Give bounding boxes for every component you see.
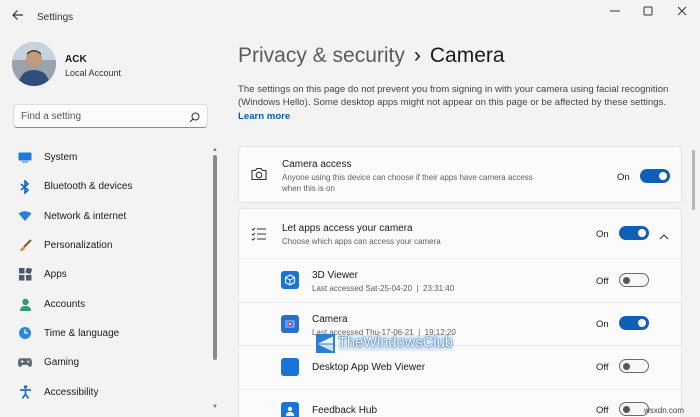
bluetooth-icon: [18, 179, 32, 194]
sidebar-item-label: Apps: [44, 269, 67, 281]
app-state: Off: [596, 362, 609, 373]
content-scrollbar[interactable]: [692, 150, 695, 210]
camera-access-description: Anyone using this device can choose if t…: [282, 173, 533, 193]
apps-access-card: Let apps access your camera Choose which…: [238, 208, 682, 417]
sidebar-item-accounts[interactable]: Accounts: [8, 289, 208, 318]
paintbrush-icon: [18, 238, 32, 253]
breadcrumb-parent[interactable]: Privacy & security: [238, 44, 405, 67]
account-type: Local Account: [65, 68, 122, 78]
apps-grid-icon: [18, 268, 32, 282]
arrow-left-icon: [12, 10, 23, 20]
search-icon[interactable]: [189, 110, 200, 128]
app-toggle-camera[interactable]: [619, 316, 649, 330]
sidebar-item-label: Gaming: [44, 357, 80, 369]
sidebar-item-bluetooth[interactable]: Bluetooth & devices: [8, 172, 208, 201]
watermark: TheWindowsClub: [316, 332, 454, 354]
sidebar-item-label: Bluetooth & devices: [44, 181, 133, 193]
scroll-down-arrow-icon[interactable]: ▼: [211, 404, 219, 410]
close-button[interactable]: [672, 6, 692, 20]
app-state: On: [596, 319, 609, 330]
sidebar-item-label: Time & language: [44, 327, 120, 339]
camera-access-title: Camera access: [282, 159, 352, 170]
sidebar-item-label: Network & internet: [44, 210, 127, 222]
breadcrumb-current: Camera: [429, 44, 505, 67]
intro-text: The settings on this page do not prevent…: [238, 84, 669, 109]
camera-access-toggle[interactable]: [640, 169, 670, 183]
system-display-icon: [18, 151, 32, 165]
app-name: 3D Viewer: [312, 270, 358, 281]
title-bar: Settings: [0, 0, 700, 34]
breadcrumb-separator: ›: [413, 44, 421, 67]
scroll-up-arrow-icon[interactable]: ▲: [211, 147, 219, 153]
feedback-hub-icon: [281, 402, 299, 417]
apps-access-state: On: [596, 229, 609, 240]
camera-access-state: On: [617, 172, 630, 183]
app-name: Feedback Hub: [312, 405, 378, 416]
camera-icon: [251, 167, 267, 186]
row-divider: [239, 345, 681, 346]
3d-viewer-icon: [281, 271, 299, 289]
app-last-accessed: Last accessed Sat-25-04-20 | 23:31:40: [312, 284, 455, 293]
globe-clock-icon: [18, 326, 32, 340]
web-viewer-icon: [281, 358, 299, 376]
sidebar-nav: System Bluetooth & devices Network & int…: [8, 143, 208, 407]
maximize-button[interactable]: [638, 6, 658, 20]
search-input[interactable]: [14, 105, 179, 127]
minimize-button[interactable]: [605, 6, 625, 20]
intro-text-block: The settings on this page do not prevent…: [238, 83, 688, 123]
sidebar-item-label: Accounts: [44, 298, 86, 310]
app-state: Off: [596, 405, 609, 416]
windows-club-logo: [316, 333, 335, 353]
sidebar-item-gaming[interactable]: Gaming: [8, 348, 208, 377]
page-title: Privacy & security › Camera: [238, 44, 505, 68]
app-name: Camera: [312, 314, 348, 325]
sidebar-item-time-language[interactable]: Time & language: [8, 319, 208, 348]
sidebar-item-accessibility[interactable]: Accessibility: [8, 377, 208, 406]
camera-app-icon: [281, 315, 299, 333]
gamepad-icon: [18, 356, 32, 370]
user-name: ACK: [65, 54, 87, 65]
search-box[interactable]: [13, 104, 208, 128]
row-divider: [239, 389, 681, 390]
apps-access-title: Let apps access your camera: [282, 223, 413, 234]
sidebar-item-label: Accessibility: [44, 386, 99, 398]
app-toggle-3d-viewer[interactable]: [619, 273, 649, 287]
list-checklist-icon: [251, 227, 267, 246]
sidebar-item-personalization[interactable]: Personalization: [8, 231, 208, 260]
sidebar-scrollbar[interactable]: ▲ ▼: [211, 147, 219, 410]
learn-more-link[interactable]: Learn more: [238, 111, 290, 122]
accessibility-icon: [18, 385, 32, 399]
chevron-up-icon[interactable]: [659, 228, 669, 246]
row-divider: [239, 302, 681, 303]
app-name: Desktop App Web Viewer: [312, 362, 426, 373]
user-photo-icon: [12, 42, 56, 86]
wifi-icon: [18, 209, 32, 223]
sidebar-item-system[interactable]: System: [8, 143, 208, 172]
app-toggle-desktop-web-viewer[interactable]: [619, 359, 649, 373]
scroll-thumb[interactable]: [213, 155, 217, 360]
minimize-icon: [610, 10, 620, 12]
camera-access-card: Camera access Anyone using this device c…: [238, 146, 682, 203]
apps-access-description: Choose which apps can access your camera: [282, 237, 441, 246]
corner-tag: wsxdn.com: [644, 406, 685, 415]
window-title: Settings: [37, 12, 74, 23]
app-state: Off: [596, 276, 609, 287]
close-icon: [677, 6, 687, 16]
watermark-text: TheWindowsClub: [338, 335, 454, 351]
maximize-icon: [643, 6, 653, 16]
sidebar-item-apps[interactable]: Apps: [8, 260, 208, 289]
apps-access-toggle[interactable]: [619, 226, 649, 240]
avatar[interactable]: [12, 42, 56, 86]
sidebar-item-network[interactable]: Network & internet: [8, 202, 208, 231]
row-divider: [239, 258, 681, 259]
accounts-person-icon: [18, 297, 32, 311]
back-button[interactable]: [10, 9, 26, 25]
sidebar-item-label: System: [44, 152, 78, 164]
sidebar-item-label: Personalization: [44, 240, 113, 252]
